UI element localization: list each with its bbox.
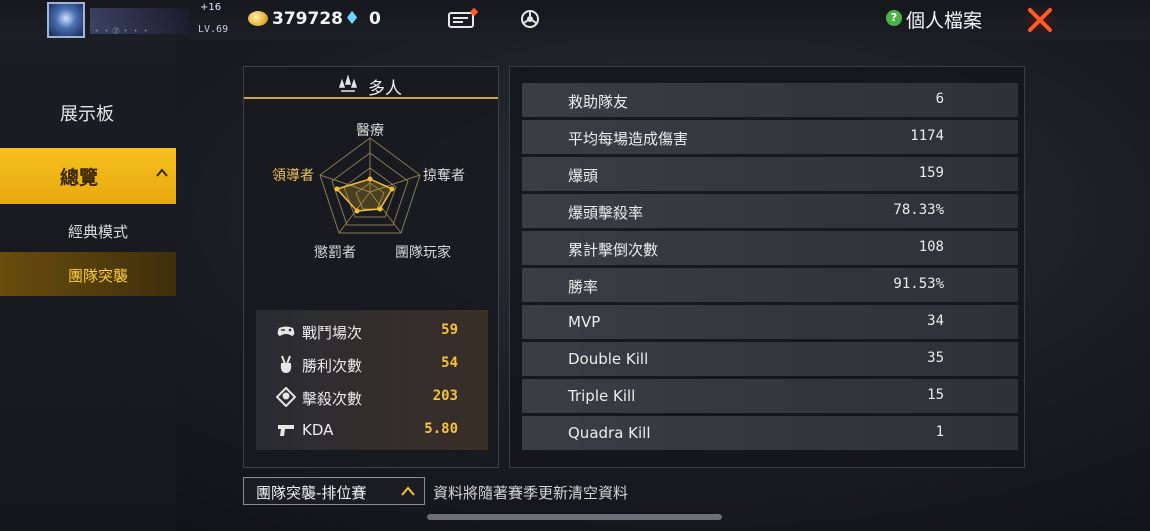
stat-label: KDA — [302, 421, 334, 439]
radar-label-medic: 醫療 — [356, 123, 384, 139]
stat-label: 勝利次數 — [302, 357, 363, 375]
mode-title: 多人 — [368, 79, 402, 99]
table-row-value: 1174 — [910, 128, 944, 144]
table-row-label: MVP — [568, 313, 601, 331]
table-row: Quadra Kill 1 — [522, 416, 1018, 450]
sidebar-item-overview[interactable]: 總覽 — [0, 148, 176, 204]
mode-stats: 戰鬥場次 59 勝利次數 54 擊殺次數 203 KDA 5.80 — [256, 310, 488, 450]
table-row: 平均每場造成傷害 1174 — [522, 120, 1018, 154]
mode-summary-card: 多人 醫療 掠奪者 團隊玩家 懲罰者 領導者 戰鬥場次 59 勝利次數 54 擊… — [243, 66, 499, 468]
stat-row: KDA 5.80 — [256, 414, 488, 447]
table-row-value: 108 — [918, 239, 944, 255]
sidebar-item-overview-label: 總覽 — [60, 167, 99, 189]
radar-label-raider: 掠奪者 — [423, 168, 465, 184]
table-row: Triple Kill 15 — [522, 379, 1018, 413]
table-row-value: 91.53% — [893, 276, 944, 292]
sidebar-item-team-raid[interactable]: 團隊突襲 — [0, 252, 176, 296]
table-row-value: 15 — [927, 387, 944, 403]
table-row-label: 勝率 — [568, 278, 599, 296]
table-row-value: 34 — [927, 313, 944, 329]
playstyle-radar: 醫療 掠奪者 團隊玩家 懲罰者 領導者 — [244, 103, 498, 323]
table-row-value: 6 — [935, 91, 944, 107]
home-indicator[interactable] — [427, 514, 722, 520]
table-row-value: 1 — [935, 424, 944, 440]
elite-pass-icon[interactable] — [448, 8, 478, 30]
table-row-label: 救助隊友 — [568, 93, 629, 111]
stat-label: 擊殺次數 — [302, 390, 363, 408]
sidebar-item-showcase[interactable]: 展示板 — [0, 100, 176, 126]
stat-value: 5.80 — [424, 421, 458, 437]
table-row: MVP 34 — [522, 305, 1018, 339]
stat-value: 54 — [441, 355, 458, 371]
kill-skull-icon — [276, 387, 296, 407]
help-icon[interactable]: ? — [886, 10, 902, 26]
table-row-label: Double Kill — [568, 350, 649, 368]
radar-label-punisher: 懲罰者 — [314, 245, 356, 261]
stat-value: 203 — [432, 388, 458, 404]
player-level: LV.69 — [198, 24, 229, 35]
player-name: ・・⑦・・・ — [92, 27, 152, 37]
stat-label: 戰鬥場次 — [302, 324, 363, 342]
table-row-label: 累計擊倒次數 — [568, 241, 659, 259]
table-row-value: 78.33% — [893, 202, 944, 218]
radar-label-leader: 領導者 — [272, 168, 314, 184]
squad-icon — [338, 75, 358, 92]
table-row-label: Quadra Kill — [568, 424, 651, 442]
gold-coin-icon — [248, 11, 268, 26]
chevron-up-icon — [156, 168, 168, 177]
player-avatar[interactable] — [47, 2, 85, 38]
table-row: 勝率 91.53% — [522, 268, 1018, 302]
season-reset-note: 資料將隨著賽季更新清空資料 — [433, 484, 629, 502]
sidebar-item-team-raid-label: 團隊突襲 — [68, 267, 129, 285]
mode-header: 多人 — [244, 67, 498, 99]
victory-hand-icon — [280, 355, 292, 374]
table-row-label: 爆頭 — [568, 167, 599, 185]
page-title: 個人檔案 — [906, 10, 983, 32]
gamepad-icon — [277, 326, 295, 336]
sidebar: 展示板 總覽 經典模式 團隊突襲 — [0, 40, 176, 531]
mode-select-value: 團隊突襲-排位賽 — [256, 484, 367, 502]
stat-value: 59 — [441, 322, 458, 338]
table-row-label: Triple Kill — [568, 387, 636, 405]
table-row-value: 159 — [918, 165, 944, 181]
diamond-count: 0 — [369, 9, 381, 29]
stat-row: 勝利次數 54 — [256, 348, 488, 381]
level-up-badge: +16 — [200, 2, 222, 13]
table-row: 累計擊倒次數 108 — [522, 231, 1018, 265]
detail-stats-table: 救助隊友 6 平均每場造成傷害 1174 爆頭 159 爆頭擊殺率 78.33%… — [509, 66, 1025, 468]
settings-icon[interactable] — [520, 9, 540, 29]
top-bar: ・・⑦・・・ +16 LV.69 379728 ♦ 0 ? 個人檔案 — [0, 0, 1150, 40]
radar-label-team-player: 團隊玩家 — [395, 245, 451, 261]
table-row-label: 爆頭擊殺率 — [568, 204, 644, 222]
table-row-value: 35 — [927, 350, 944, 366]
stat-row: 擊殺次數 203 — [256, 381, 488, 414]
close-icon[interactable] — [1016, 3, 1064, 37]
pistol-icon — [278, 425, 294, 436]
mode-select-dropdown[interactable]: 團隊突襲-排位賽 — [243, 477, 425, 505]
table-row: Double Kill 35 — [522, 342, 1018, 376]
table-row-label: 平均每場造成傷害 — [568, 130, 689, 148]
chevron-up-icon — [401, 486, 415, 496]
diamond-icon[interactable]: ♦ — [344, 10, 362, 28]
gold-coin-count: 379728 — [272, 9, 343, 29]
stat-row: 戰鬥場次 59 — [256, 315, 488, 348]
table-row: 救助隊友 6 — [522, 83, 1018, 117]
sidebar-item-classic[interactable]: 經典模式 — [68, 221, 128, 242]
table-row: 爆頭 159 — [522, 157, 1018, 191]
table-row: 爆頭擊殺率 78.33% — [522, 194, 1018, 228]
